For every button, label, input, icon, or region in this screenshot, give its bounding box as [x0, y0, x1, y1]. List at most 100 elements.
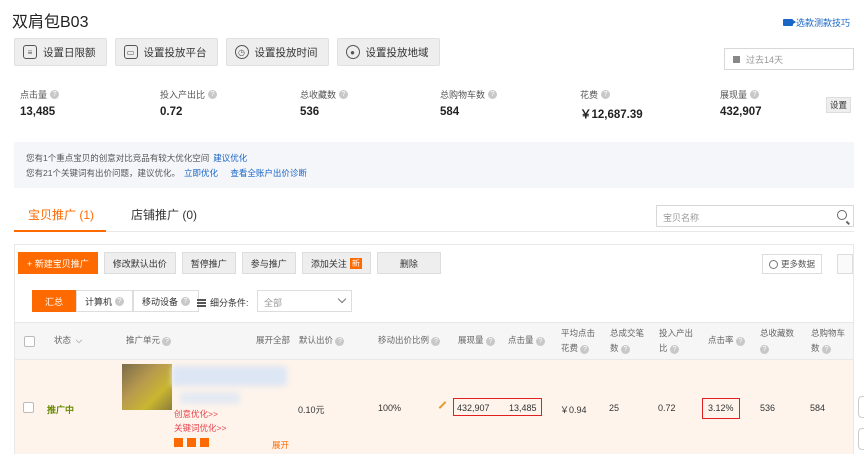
header-carts-line1: 总购物车 — [811, 328, 846, 338]
header-carts-line2: 数 — [811, 343, 820, 353]
metric-value: ￥12,687.39 — [580, 109, 643, 121]
help-icon[interactable]: ? — [620, 345, 630, 354]
help-icon[interactable]: ? — [208, 90, 218, 99]
header-ctr[interactable]: 点击率 ? — [708, 333, 745, 348]
help-icon[interactable]: ? — [115, 296, 125, 306]
row-checkbox[interactable] — [23, 402, 34, 413]
help-icon[interactable]: ? — [50, 90, 60, 99]
sub-condition-text: 细分条件: — [210, 298, 249, 308]
metric-label: 花费 — [580, 90, 599, 100]
sub-condition-label: 细分条件: — [197, 296, 249, 309]
search-icon[interactable] — [837, 210, 847, 220]
product-thumbnail[interactable] — [122, 364, 172, 410]
metric-value: 432,907 — [720, 106, 762, 118]
pause-promotion-button[interactable]: 暂停推广 — [181, 252, 236, 274]
header-avg-cpc-line1: 平均点击 — [561, 328, 596, 338]
product-subtitle-redacted — [180, 392, 240, 404]
select-all-checkbox[interactable] — [24, 336, 35, 347]
search-placeholder: 宝贝名称 — [663, 213, 700, 223]
segment-pc[interactable]: 计算机? — [76, 290, 134, 312]
filter-icon[interactable] — [837, 254, 853, 274]
metric-carts: 总购物车数? 584 — [440, 88, 498, 118]
keyword-optimize-link[interactable]: 关键词优化>> — [174, 422, 226, 434]
metric-value: 0.72 — [160, 106, 183, 118]
join-promotion-button[interactable]: 参与推广 — [241, 252, 296, 274]
help-icon[interactable]: ? — [601, 90, 611, 99]
row-expand-link[interactable]: 展开 — [272, 439, 289, 451]
help-icon[interactable]: ? — [735, 337, 745, 346]
page-title: 双肩包B03 — [12, 14, 89, 31]
set-daily-limit-button[interactable]: ≡ 设置日限额 — [14, 38, 107, 66]
help-icon[interactable]: ? — [339, 90, 349, 99]
header-carts[interactable]: 总购物车数 ? — [811, 326, 845, 356]
row-status: 推广中 — [47, 405, 75, 415]
metric-roi: 投入产出比? 0.72 — [160, 88, 218, 118]
expand-all-link[interactable]: 展开全部 — [256, 333, 290, 348]
delete-icon[interactable] — [200, 438, 209, 447]
edit-default-bid-button[interactable]: 修改默认出价 — [103, 252, 176, 274]
notice-text: 您有1个重点宝贝的创意对比竞品有较大优化空间 — [26, 153, 210, 163]
help-icon[interactable]: ? — [750, 90, 760, 99]
optimize-now-link[interactable]: 立即优化 — [184, 168, 218, 178]
side-scroll-handle[interactable] — [858, 396, 864, 418]
add-follow-button[interactable]: 添加关注新 — [301, 252, 371, 274]
product-title-redacted — [172, 366, 287, 386]
help-icon[interactable]: ? — [669, 345, 679, 354]
more-data-button[interactable]: 更多数据 — [762, 254, 823, 274]
header-favorites[interactable]: 总收藏数? — [760, 326, 794, 356]
help-icon[interactable]: ? — [335, 337, 345, 346]
toolbar: ≡ 设置日限额 ▭ 设置投放平台 ◷ 设置投放时间 ● 设置投放地域 — [14, 38, 440, 66]
sub-condition-select[interactable]: 全部 — [257, 290, 352, 312]
side-scroll-handle[interactable] — [858, 428, 864, 450]
help-icon[interactable]: ? — [488, 90, 498, 99]
header-impressions[interactable]: 展现量 ? — [458, 333, 495, 348]
tips-link[interactable]: 选款测款技巧 — [783, 16, 850, 29]
help-icon[interactable]: ? — [535, 337, 545, 346]
tab-item-promotion[interactable]: 宝贝推广 (1) — [28, 206, 94, 223]
delete-button[interactable]: 删除 — [376, 252, 441, 274]
segment-all[interactable]: 汇总 — [32, 290, 77, 312]
metric-value: 536 — [300, 106, 320, 118]
help-icon[interactable]: ? — [580, 345, 590, 354]
gear-icon — [769, 259, 778, 269]
segment-mobile[interactable]: 移动设备? — [133, 290, 200, 312]
pause-icon[interactable] — [174, 438, 183, 447]
help-icon[interactable]: ? — [760, 345, 769, 354]
row-avg-cpc: ￥0.94 — [560, 405, 587, 415]
creative-optimize-link[interactable]: 创意优化>> — [174, 408, 218, 420]
set-region-button[interactable]: ● 设置投放地域 — [336, 38, 440, 66]
help-icon[interactable]: ? — [485, 337, 495, 346]
header-roi[interactable]: 投入产出比 ? — [659, 326, 693, 356]
set-daily-limit-label: 设置日限额 — [43, 46, 96, 59]
help-icon[interactable]: ? — [181, 296, 191, 306]
header-mobile-ratio: 移动出价比例 ? — [378, 333, 441, 348]
help-icon[interactable]: ? — [431, 337, 441, 346]
header-avg-cpc[interactable]: 平均点击 花费 ? — [561, 326, 595, 356]
bid-diagnosis-link[interactable]: 查看全账户出价诊断 — [230, 168, 307, 178]
header-status[interactable]: 状态 ⌵ — [54, 333, 82, 348]
set-time-label: 设置投放时间 — [254, 46, 318, 59]
item-search-input[interactable]: 宝贝名称 — [656, 205, 854, 227]
row-mobile-ratio: 100% — [378, 403, 402, 413]
tab-shop-promotion[interactable]: 店铺推广 (0) — [131, 206, 197, 223]
header-status-label: 状态 — [54, 335, 72, 345]
header-total-deals-line1: 总成交笔 — [610, 328, 645, 338]
calendar-icon — [733, 55, 740, 63]
active-tab-indicator — [14, 230, 106, 232]
header-clicks[interactable]: 点击量 ? — [508, 333, 545, 348]
new-item-promotion-button[interactable]: + 新建宝贝推广 — [18, 252, 98, 274]
date-range-select[interactable]: 过去14天 — [724, 48, 854, 70]
platform-icon: ▭ — [123, 45, 138, 59]
metrics-settings-button[interactable]: 设置 — [826, 97, 852, 113]
copy-icon[interactable] — [187, 438, 196, 447]
header-unit: 推广单元 ? — [126, 333, 172, 348]
suggest-optimize-link[interactable]: 建议优化 — [213, 153, 247, 163]
help-icon[interactable]: ? — [821, 345, 831, 354]
set-time-button[interactable]: ◷ 设置投放时间 — [225, 38, 329, 66]
header-total-deals[interactable]: 总成交笔数 ? — [610, 326, 644, 356]
header-total-deals-line2: 数 — [610, 343, 619, 353]
set-platform-button[interactable]: ▭ 设置投放平台 — [114, 38, 218, 66]
header-mobile-ratio-label: 移动出价比例 — [378, 335, 430, 345]
help-icon[interactable]: ? — [162, 337, 172, 346]
more-data-label: 更多数据 — [781, 259, 816, 269]
